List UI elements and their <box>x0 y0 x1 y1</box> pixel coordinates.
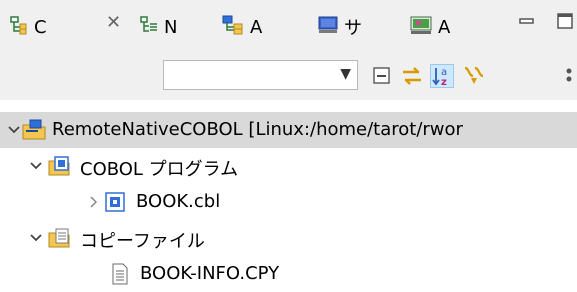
navigator-icon <box>140 15 158 40</box>
remote-systems-icon <box>222 15 244 40</box>
tab-cobol-explorer[interactable]: C <box>10 14 47 40</box>
tab-navigator[interactable]: N <box>140 14 177 40</box>
chevron-down-icon[interactable] <box>28 157 44 175</box>
project-tree[interactable]: RemoteNativeCOBOL [Linux:/home/tarot/rwo… <box>0 100 577 285</box>
minimize-icon[interactable] <box>518 12 536 35</box>
chevron-down-icon[interactable]: ▼ <box>340 66 351 82</box>
close-icon[interactable]: ✕ <box>106 12 121 33</box>
tree-item-book-cbl[interactable]: BOOK.cbl <box>0 184 577 220</box>
tree-item-project[interactable]: RemoteNativeCOBOL [Linux:/home/tarot/rwo… <box>0 112 577 148</box>
sort-alphabetically-button[interactable]: a z <box>430 64 454 88</box>
copybook-folder-icon <box>48 227 72 249</box>
tab-label: C <box>34 16 47 38</box>
remote-project-icon <box>22 119 46 141</box>
tab-label: A <box>438 16 451 38</box>
tab-label: N <box>164 16 178 38</box>
tree-item-cobol-programs[interactable]: COBOL プログラム <box>0 148 577 184</box>
chevron-down-icon[interactable] <box>6 121 22 139</box>
tree-item-label: RemoteNativeCOBOL [Linux:/home/tarot/rwo… <box>52 119 463 140</box>
tree-item-label: BOOK.cbl <box>136 191 221 212</box>
link-with-editor-icon <box>400 67 424 92</box>
view-menu-button[interactable] <box>560 64 577 88</box>
view-tab-bar: C ✕ N A サ A <box>0 0 577 52</box>
filter-button[interactable] <box>462 64 486 88</box>
tree-item-label: BOOK-INFO.CPY <box>140 263 280 284</box>
svg-text:z: z <box>441 77 447 87</box>
tree-item-label: コピーファイル <box>80 231 205 252</box>
cobol-file-icon <box>104 191 128 213</box>
tab-label: サ <box>344 18 362 39</box>
tab-label: A <box>250 16 263 38</box>
tree-item-label: COBOL プログラム <box>80 159 239 180</box>
collapse-all-button[interactable] <box>370 64 394 88</box>
filter-input[interactable] <box>166 63 330 89</box>
chevron-right-icon[interactable] <box>86 193 102 211</box>
filter-icon <box>462 66 486 92</box>
view-toolbar: ▼ a z <box>0 52 577 100</box>
chevron-down-icon[interactable] <box>28 229 44 247</box>
file-icon <box>110 263 134 285</box>
collapse-all-icon <box>370 67 394 92</box>
tree-item-book-info-cpy[interactable]: BOOK-INFO.CPY <box>0 256 577 292</box>
cobol-folder-icon <box>48 155 72 177</box>
server-icon <box>318 15 338 40</box>
more-icon <box>560 68 577 92</box>
maximize-icon[interactable] <box>556 12 574 35</box>
tab-servers[interactable]: サ <box>318 14 362 40</box>
link-with-editor-button[interactable] <box>400 64 424 88</box>
sort-alphabetically-icon: a z <box>431 67 453 91</box>
tab-remote-systems[interactable]: A <box>222 14 262 40</box>
tab-console[interactable]: A <box>410 14 450 40</box>
console-icon <box>410 15 432 40</box>
filter-combo[interactable]: ▼ <box>163 60 358 90</box>
hierarchy-icon <box>10 15 28 40</box>
tree-item-copybooks[interactable]: コピーファイル <box>0 220 577 256</box>
